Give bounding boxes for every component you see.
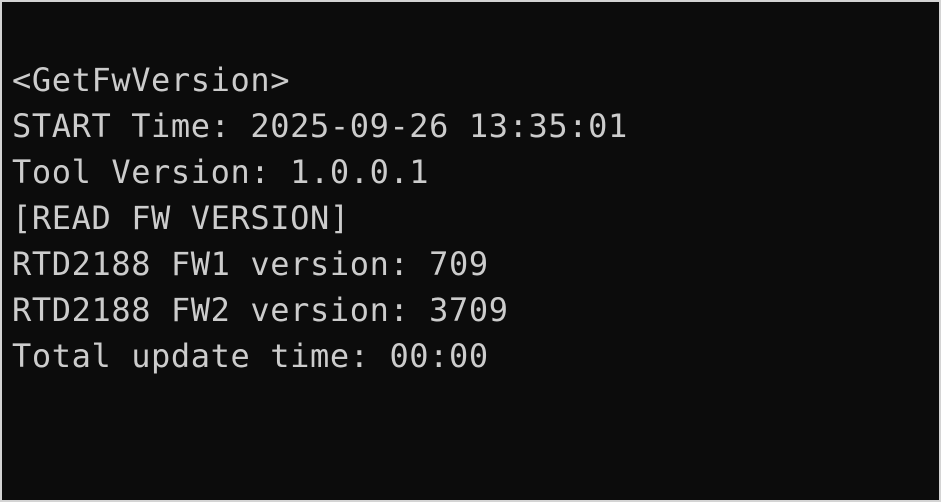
fw2-version-line: RTD2188 FW2 version: 3709 <box>12 291 509 329</box>
tool-version-line: Tool Version: 1.0.0.1 <box>12 153 430 191</box>
start-time-line: START Time: 2025-09-26 13:35:01 <box>12 107 628 145</box>
section-header-line: [READ FW VERSION] <box>12 199 350 237</box>
command-tag-line: <GetFwVersion> <box>12 61 291 99</box>
console-output: <GetFwVersion> START Time: 2025-09-26 13… <box>12 57 628 379</box>
console-window[interactable]: <GetFwVersion> START Time: 2025-09-26 13… <box>0 0 941 502</box>
fw1-version-line: RTD2188 FW1 version: 709 <box>12 245 489 283</box>
total-update-time-line: Total update time: 00:00 <box>12 337 489 375</box>
